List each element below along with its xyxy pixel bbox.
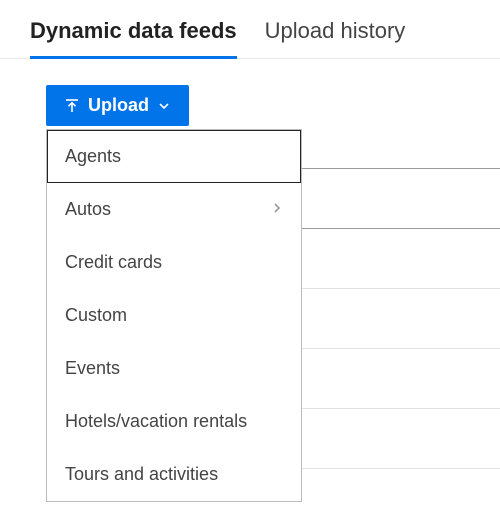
table-row (300, 228, 500, 288)
table-row (300, 168, 500, 228)
dropdown-item-label: Hotels/vacation rentals (65, 411, 247, 432)
upload-button-label: Upload (88, 95, 149, 116)
tab-bar: Dynamic data feeds Upload history (0, 0, 500, 59)
dropdown-item-label: Custom (65, 305, 127, 326)
dropdown-item-label: Events (65, 358, 120, 379)
background-table (300, 168, 500, 528)
chevron-down-icon (157, 99, 171, 113)
dropdown-item-hotels[interactable]: Hotels/vacation rentals (47, 395, 301, 448)
upload-button[interactable]: Upload (46, 85, 189, 126)
dropdown-item-label: Autos (65, 199, 111, 220)
upload-dropdown: Agents Autos Credit cards Custom Events … (46, 129, 302, 502)
dropdown-item-autos[interactable]: Autos (47, 183, 301, 236)
dropdown-item-label: Agents (65, 146, 121, 167)
table-row (300, 408, 500, 468)
table-row (300, 288, 500, 348)
upload-icon (64, 98, 80, 114)
table-row (300, 468, 500, 528)
toolbar: Upload Agents Autos Credit cards Custom … (0, 59, 500, 126)
tab-dynamic-data-feeds[interactable]: Dynamic data feeds (30, 18, 237, 58)
dropdown-item-label: Tours and activities (65, 464, 218, 485)
dropdown-item-agents[interactable]: Agents (47, 130, 301, 183)
dropdown-item-tours[interactable]: Tours and activities (47, 448, 301, 501)
tab-upload-history[interactable]: Upload history (265, 18, 406, 58)
dropdown-item-events[interactable]: Events (47, 342, 301, 395)
dropdown-item-credit-cards[interactable]: Credit cards (47, 236, 301, 289)
dropdown-item-label: Credit cards (65, 252, 162, 273)
table-row (300, 348, 500, 408)
dropdown-item-custom[interactable]: Custom (47, 289, 301, 342)
chevron-right-icon (271, 199, 283, 220)
